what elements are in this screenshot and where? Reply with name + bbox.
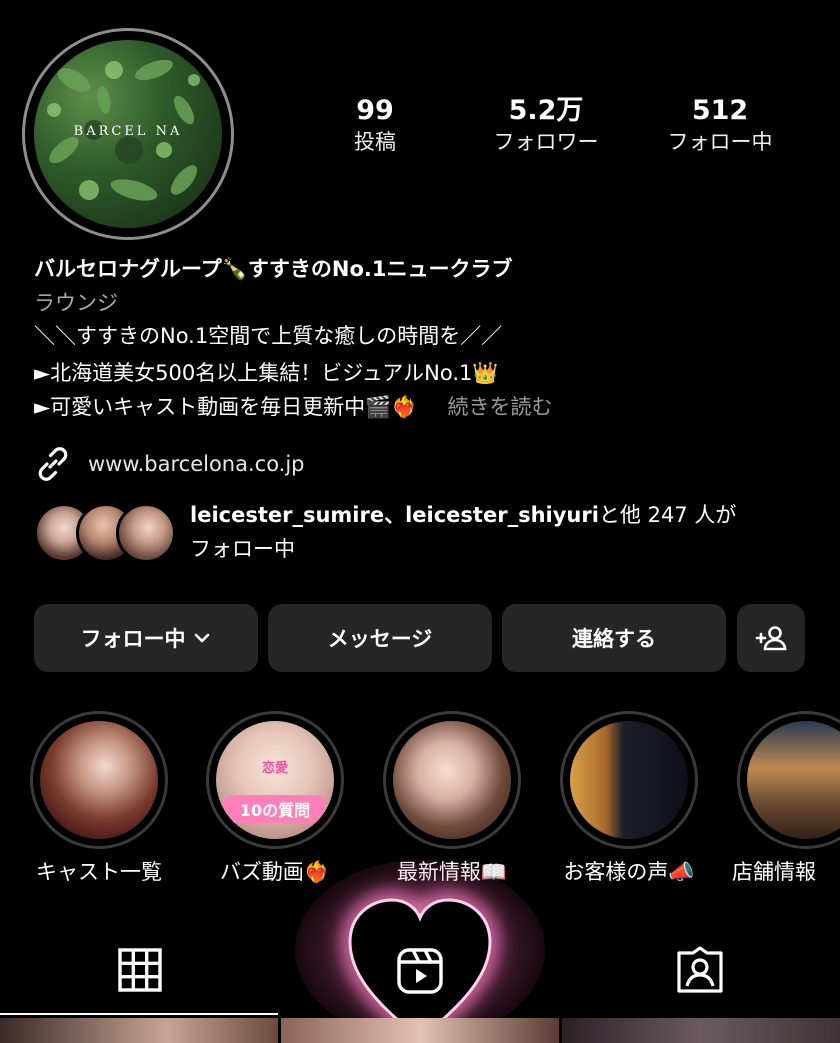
- profile-name: バルセロナグループ🍾すすきのNo.1ニュークラブ: [34, 257, 513, 281]
- bio-line-3-text: ►可愛いキャスト動画を毎日更新中🎬❤️‍🔥: [34, 395, 418, 419]
- followed-by-text[interactable]: leicester_sumire、leicester_shiyuriと他 247…: [190, 498, 736, 566]
- highlight-buzz-inner-bottom: 10の質問: [224, 795, 326, 823]
- active-tab-indicator: [0, 1013, 278, 1015]
- avatar[interactable]: BARCEL NA: [34, 40, 222, 228]
- link-icon: [38, 447, 68, 481]
- grid-icon[interactable]: [117, 947, 163, 993]
- bio-line-3: ►可愛いキャスト動画を毎日更新中🎬❤️‍🔥 続きを読む: [34, 390, 552, 424]
- followed-by-names: leicester_sumire、leicester_shiyuri: [190, 503, 599, 527]
- highlight-cast-list-label: キャスト一覧: [36, 860, 162, 884]
- highlight-buzz-inner-top: 恋愛: [261, 761, 288, 776]
- posts-label: 投稿: [354, 130, 396, 154]
- message-button-label: メッセージ: [327, 627, 433, 651]
- followed-by-rest: と他 247 人が: [598, 503, 737, 527]
- post-thumbnail-2[interactable]: [281, 1018, 559, 1043]
- followers-count: 5.2万: [508, 95, 584, 126]
- suggested-users-button[interactable]: [737, 604, 805, 672]
- website-url: www.barcelona.co.jp: [88, 452, 305, 476]
- stat-posts[interactable]: 99 投稿: [335, 94, 415, 156]
- highlight-customer-voices-label: お客様の声📣: [563, 860, 695, 884]
- message-button[interactable]: メッセージ: [268, 604, 492, 672]
- avatar-logo-text: BARCEL NA: [73, 124, 183, 139]
- followers-label: フォロワー: [493, 130, 599, 154]
- add-person-icon: [755, 626, 787, 651]
- post-thumbnail-3[interactable]: [562, 1018, 840, 1043]
- stat-followers[interactable]: 5.2万 フォロワー: [476, 94, 616, 156]
- highlight-customer-voices[interactable]: [560, 711, 698, 849]
- highlight-store-info[interactable]: [737, 711, 840, 849]
- post-thumbnail-1[interactable]: [0, 1018, 278, 1043]
- following-button[interactable]: フォロー中: [34, 604, 258, 672]
- following-button-label: フォロー中: [80, 627, 186, 651]
- following-label: フォロー中: [667, 130, 773, 154]
- profile-category: ラウンジ: [34, 291, 118, 315]
- highlight-cast-list-image: [40, 721, 158, 839]
- contact-button[interactable]: 連絡する: [502, 604, 726, 672]
- follower-avatar-3[interactable]: [116, 503, 176, 563]
- highlight-customer-voices-image: [570, 721, 688, 839]
- reels-icon[interactable]: [396, 947, 444, 995]
- chevron-down-icon: [194, 633, 209, 643]
- highlight-latest-info-image: [393, 721, 511, 839]
- tagged-icon[interactable]: [675, 945, 725, 995]
- highlight-buzz-videos-image: 恋愛 10の質問: [216, 721, 334, 839]
- read-more-link[interactable]: 続きを読む: [447, 395, 552, 419]
- highlight-cast-list[interactable]: [30, 711, 168, 849]
- followed-by-line-1: leicester_sumire、leicester_shiyuriと他 247…: [190, 498, 736, 532]
- highlight-latest-info[interactable]: [383, 711, 521, 849]
- highlight-store-info-label: 店舗情報: [732, 860, 816, 884]
- highlight-store-info-image: [747, 721, 840, 839]
- bio-line-2: ►北海道美女500名以上集結！ビジュアルNo.1👑: [34, 361, 499, 385]
- bio-line-1: ＼＼すすきのNo.1空間で上質な癒しの時間を／／: [34, 324, 503, 348]
- website-link[interactable]: www.barcelona.co.jp: [34, 444, 305, 484]
- highlight-buzz-videos[interactable]: 恋愛 10の質問: [206, 711, 344, 849]
- contact-button-label: 連絡する: [572, 627, 656, 651]
- stat-following[interactable]: 512 フォロー中: [650, 94, 790, 156]
- posts-count: 99: [356, 95, 394, 126]
- followed-by-line-2: フォロー中: [190, 537, 295, 561]
- following-count: 512: [691, 95, 749, 126]
